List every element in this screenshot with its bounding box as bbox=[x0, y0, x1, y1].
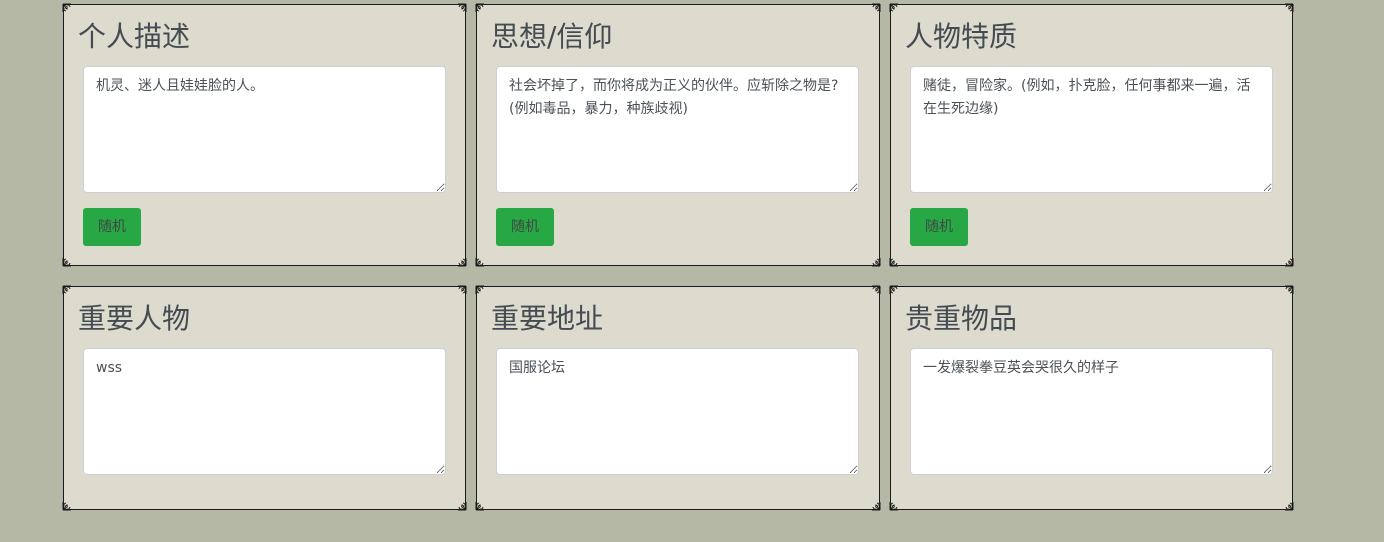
card-personal-description: 个人描述 机灵、迷人且娃娃脸的人。 随机 bbox=[62, 3, 467, 267]
card-treasured-possessions: 贵重物品 一发爆裂拳豆英会哭很久的样子 bbox=[889, 285, 1294, 511]
card-title: 人物特质 bbox=[905, 20, 1018, 53]
personal-description-textarea[interactable]: 机灵、迷人且娃娃脸的人。 bbox=[83, 66, 446, 193]
ornament-corner-icon bbox=[872, 258, 881, 267]
character-sheet-page: 个人描述 机灵、迷人且娃娃脸的人。 随机 思想/信仰 社会坏掉了，而你将成为正义… bbox=[0, 0, 1384, 542]
random-button[interactable]: 随机 bbox=[496, 208, 554, 246]
ornament-corner-icon bbox=[475, 258, 484, 267]
ornament-corner-icon bbox=[1285, 502, 1294, 511]
card-title: 重要地址 bbox=[491, 302, 604, 335]
card-meaningful-locations: 重要地址 国服论坛 bbox=[475, 285, 881, 511]
ornament-corner-icon bbox=[872, 3, 881, 12]
card-title: 思想/信仰 bbox=[491, 20, 613, 53]
ornament-corner-icon bbox=[889, 285, 898, 294]
ornament-corner-icon bbox=[458, 3, 467, 12]
card-title: 个人描述 bbox=[78, 20, 191, 53]
meaningful-locations-textarea[interactable]: 国服论坛 bbox=[496, 348, 859, 475]
traits-textarea[interactable]: 赌徒，冒险家。(例如，扑克脸，任何事都来一遍，活在生死边缘) bbox=[910, 66, 1273, 193]
ornament-corner-icon bbox=[889, 502, 898, 511]
ideology-beliefs-textarea[interactable]: 社会坏掉了，而你将成为正义的伙伴。应斩除之物是?(例如毒品，暴力，种族歧视) bbox=[496, 66, 859, 193]
ornament-corner-icon bbox=[62, 502, 71, 511]
card-title: 贵重物品 bbox=[905, 302, 1018, 335]
ornament-corner-icon bbox=[475, 502, 484, 511]
card-title: 重要人物 bbox=[78, 302, 191, 335]
ornament-corner-icon bbox=[458, 258, 467, 267]
ornament-corner-icon bbox=[872, 502, 881, 511]
ornament-corner-icon bbox=[62, 285, 71, 294]
card-significant-people: 重要人物 wss bbox=[62, 285, 467, 511]
random-button[interactable]: 随机 bbox=[910, 208, 968, 246]
card-ideology-beliefs: 思想/信仰 社会坏掉了，而你将成为正义的伙伴。应斩除之物是?(例如毒品，暴力，种… bbox=[475, 3, 881, 267]
ornament-corner-icon bbox=[62, 3, 71, 12]
ornament-corner-icon bbox=[1285, 3, 1294, 12]
treasured-possessions-textarea[interactable]: 一发爆裂拳豆英会哭很久的样子 bbox=[910, 348, 1273, 475]
ornament-corner-icon bbox=[872, 285, 881, 294]
ornament-corner-icon bbox=[458, 285, 467, 294]
ornament-corner-icon bbox=[889, 3, 898, 12]
card-traits: 人物特质 赌徒，冒险家。(例如，扑克脸，任何事都来一遍，活在生死边缘) 随机 bbox=[889, 3, 1294, 267]
ornament-corner-icon bbox=[458, 502, 467, 511]
ornament-corner-icon bbox=[62, 258, 71, 267]
random-button[interactable]: 随机 bbox=[83, 208, 141, 246]
significant-people-textarea[interactable]: wss bbox=[83, 348, 446, 475]
ornament-corner-icon bbox=[475, 285, 484, 294]
ornament-corner-icon bbox=[1285, 285, 1294, 294]
ornament-corner-icon bbox=[889, 258, 898, 267]
ornament-corner-icon bbox=[1285, 258, 1294, 267]
ornament-corner-icon bbox=[475, 3, 484, 12]
